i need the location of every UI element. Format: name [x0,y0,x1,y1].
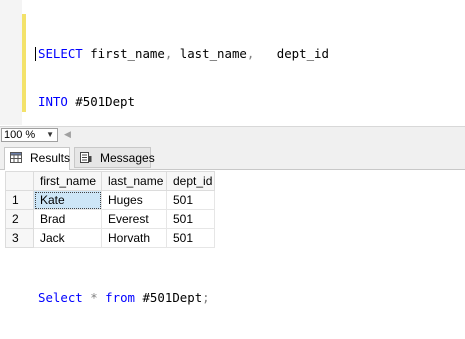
grid-cell[interactable]: Huges [101,190,167,210]
code-token: last_name [172,45,247,61]
zoom-select[interactable]: 100 % ▼ [1,128,58,142]
results-grid-area: first_name last_name dept_id 1 Kate Huge… [0,170,465,281]
row-number[interactable]: 2 [5,209,34,229]
code-token: ; [202,290,210,306]
column-header[interactable]: first_name [33,171,102,191]
grid-cell[interactable]: Everest [101,209,167,229]
column-header[interactable]: last_name [101,171,167,191]
code-line-1: SELECT first_name, last_name, dept_id [35,45,329,62]
code-token: #501Dept [67,94,135,110]
code-line-6: Select * from #501Dept; [38,290,329,306]
code-token: first_name [82,45,165,61]
row-header-corner[interactable] [5,171,34,191]
table-row: 1 Kate Huges 501 [5,190,215,210]
column-header[interactable]: dept_id [166,171,215,191]
row-number[interactable]: 1 [5,190,34,210]
code-token: #501Dept [135,290,203,306]
scroll-left-icon[interactable]: ◀ [64,129,71,140]
messages-icon [80,152,92,163]
change-indicator [22,14,26,112]
tab-results[interactable]: Results [4,147,70,170]
tab-messages[interactable]: Messages [74,147,155,168]
table-row: 2 Brad Everest 501 [5,209,215,229]
code-token: from [105,290,136,306]
chevron-down-icon: ▼ [46,130,54,139]
results-grid: first_name last_name dept_id 1 Kate Huge… [5,171,215,248]
tab-messages-label: Messages [100,151,155,165]
grid-cell[interactable]: 501 [166,228,215,248]
text-cursor [35,46,36,61]
query-editor[interactable]: SELECT first_name, last_name, dept_id IN… [0,0,465,305]
grid-cell[interactable]: Jack [33,228,102,248]
grid-header-row: first_name last_name dept_id [5,171,215,191]
tab-results-label: Results [30,151,71,165]
code-token: INTO [38,94,68,110]
grid-cell[interactable]: Brad [33,209,102,229]
code-token: Select [38,290,83,306]
grid-icon [10,152,22,163]
grid-cell[interactable]: 501 [166,209,215,229]
editor-gutter [0,0,22,125]
code-token: SELECT [38,45,83,61]
table-row: 3 Jack Horvath 501 [5,228,215,248]
code-line-2: INTO #501Dept [38,94,329,110]
zoom-value: 100 % [4,129,36,141]
code-token: * [90,290,98,306]
grid-cell[interactable]: 501 [166,190,215,210]
grid-cell[interactable]: Horvath [101,228,167,248]
row-number[interactable]: 3 [5,228,34,248]
zoom-bar: 100 % ▼ ◀ [0,126,465,145]
grid-cell[interactable]: Kate [33,190,102,210]
code-token: dept_id [254,45,329,61]
results-tabbar: Results Messages [0,144,465,170]
